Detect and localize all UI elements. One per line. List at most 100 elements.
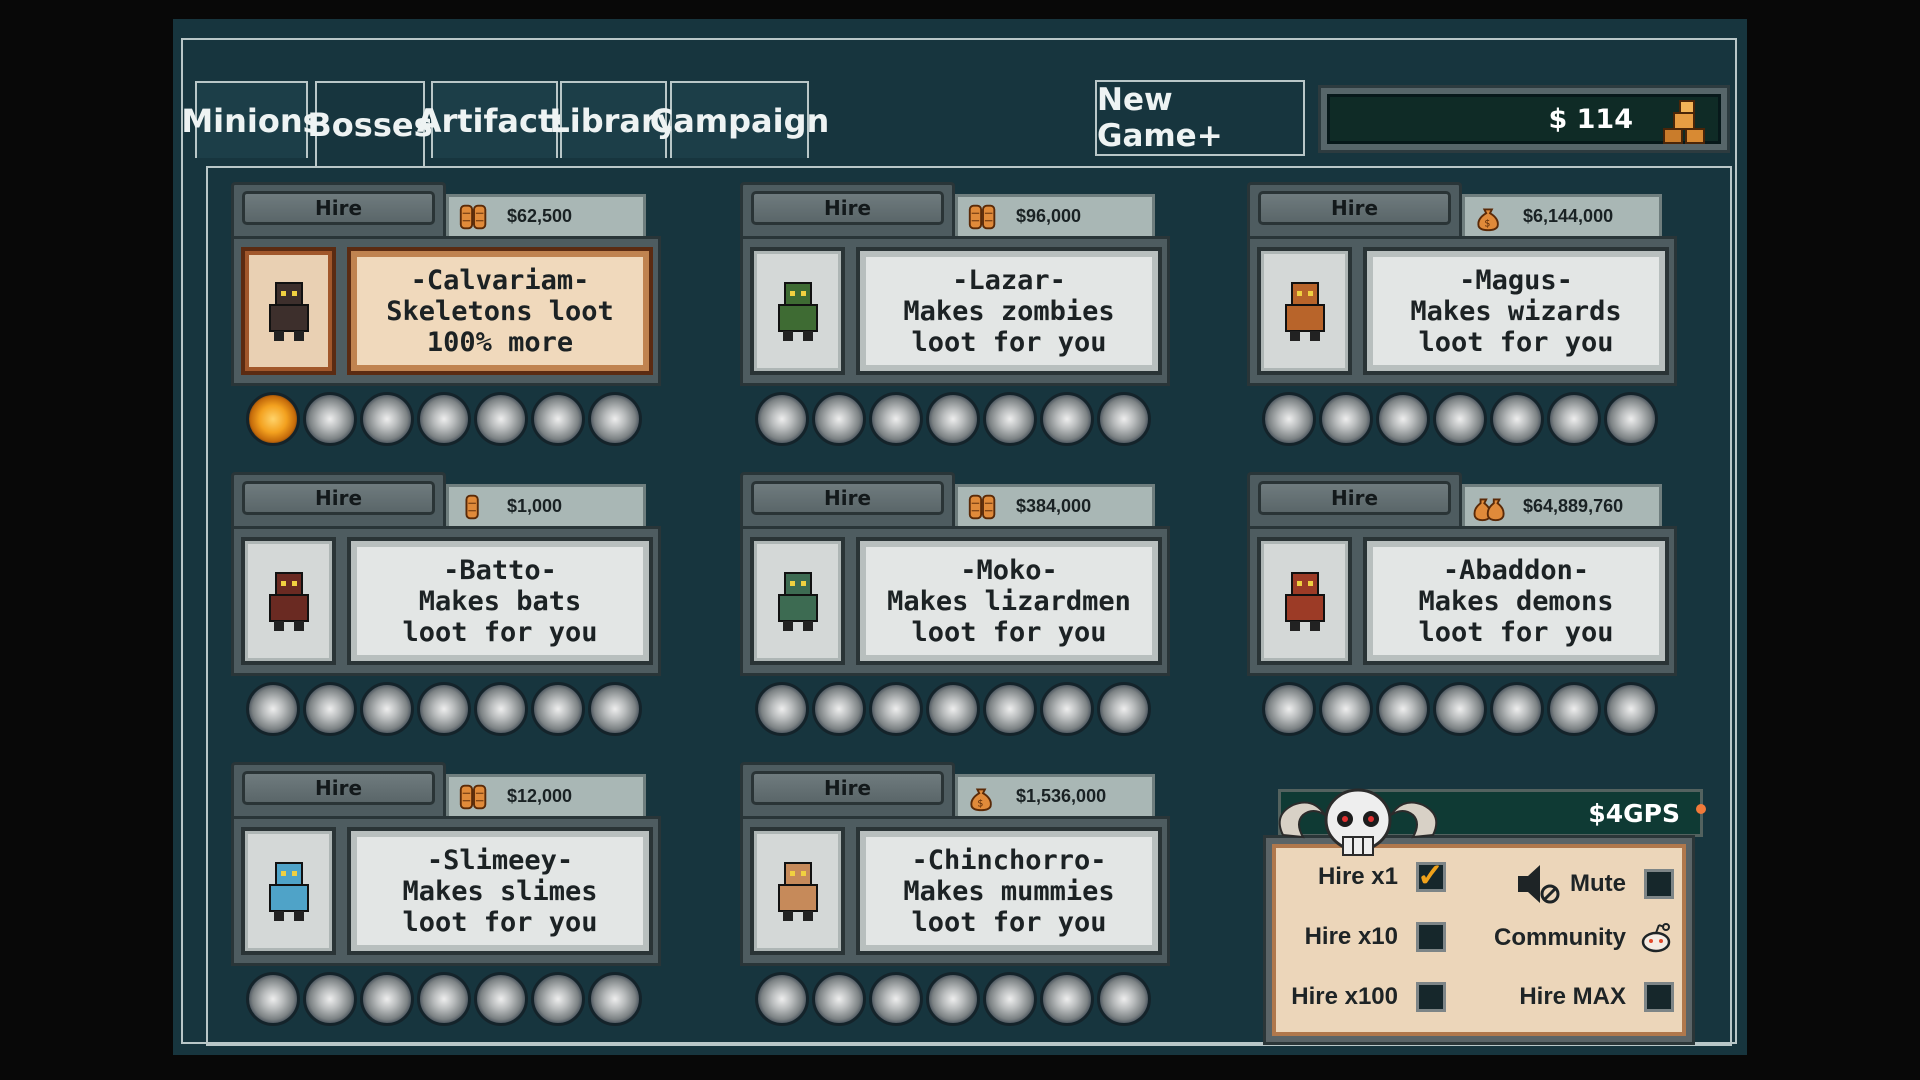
price-tag: $ $6,144,000	[1462, 194, 1662, 236]
skeleton-boss-icon	[268, 282, 309, 341]
price-tag: $384,000	[955, 484, 1155, 526]
money-bags-icon	[1473, 498, 1505, 521]
hire-x1-checkbox[interactable]: ✓	[1416, 857, 1446, 893]
price-tag: $62,500	[446, 194, 646, 236]
lizardman-boss-icon	[777, 572, 818, 631]
boss-effect-line: loot for you	[402, 906, 598, 938]
boss-price: $64,889,760	[1523, 496, 1624, 516]
boss-description: -Batto- Makes bats loot for you	[347, 537, 653, 665]
boss-card: Hire $12,000 -Slimeey- Makes slimes loot…	[231, 762, 661, 1027]
level-orb	[360, 392, 414, 446]
boss-effect-line: loot for you	[1418, 326, 1614, 358]
boss-price: $384,000	[1016, 496, 1092, 516]
hire-button[interactable]: Hire	[1258, 191, 1451, 225]
boss-name: -Lazar-	[952, 264, 1066, 296]
level-orb	[246, 682, 300, 736]
level-orb	[588, 682, 642, 736]
boss-effect-line: Makes zombies	[903, 295, 1115, 327]
boss-card: Hire $ $1,536,000 -Chinchorro- Makes mum…	[740, 762, 1170, 1027]
boss-name: -Chinchorro-	[911, 844, 1107, 876]
level-orb	[531, 972, 585, 1026]
level-orb	[531, 392, 585, 446]
svg-text:$: $	[1484, 218, 1490, 229]
hire-button[interactable]: Hire	[751, 191, 944, 225]
boss-name: -Batto-	[443, 554, 557, 586]
tab-campaign[interactable]: Campaign	[650, 81, 829, 158]
level-orb	[926, 972, 980, 1026]
level-orb	[360, 682, 414, 736]
hire-x10-checkbox[interactable]	[1416, 922, 1446, 952]
reddit-icon	[1641, 923, 1671, 953]
tab-minions[interactable]: Minions	[181, 81, 322, 158]
boss-price: $62,500	[507, 206, 573, 226]
hire-x100-option[interactable]: Hire x100	[1286, 982, 1446, 1012]
mummy-boss-icon	[777, 862, 818, 921]
mute-checkbox[interactable]	[1644, 869, 1674, 899]
boss-description: -Lazar- Makes zombies loot for you	[856, 247, 1162, 375]
hire-button[interactable]: Hire	[1258, 481, 1451, 515]
level-orb	[246, 972, 300, 1026]
new-game-plus-button[interactable]: New Game+	[1095, 80, 1305, 156]
hire-button[interactable]: Hire	[751, 771, 944, 805]
boss-name: -Magus-	[1459, 264, 1573, 296]
level-orb	[1040, 392, 1094, 446]
boss-description: -Calvariam- Skeletons loot 100% more	[347, 247, 653, 375]
hire-max-checkbox[interactable]	[1644, 982, 1674, 1012]
level-orb	[303, 682, 357, 736]
level-orb	[417, 972, 471, 1026]
level-orb	[303, 972, 357, 1026]
level-orb	[983, 972, 1037, 1026]
level-orb	[755, 972, 809, 1026]
hire-button[interactable]: Hire	[242, 191, 435, 225]
hire-x10-option[interactable]: Hire x10	[1296, 922, 1446, 952]
mute-option[interactable]: Mute	[1476, 862, 1674, 906]
level-orb	[303, 392, 357, 446]
gps-indicator	[1696, 804, 1706, 814]
level-orb	[474, 972, 528, 1026]
level-orb	[1097, 392, 1151, 446]
boss-effect-line: Makes lizardmen	[887, 585, 1131, 617]
tab-artifacts[interactable]: Artifacts	[417, 81, 572, 158]
boss-price: $1,536,000	[1016, 786, 1107, 806]
boss-effect-line: Skeletons loot	[386, 295, 614, 327]
level-orb	[531, 682, 585, 736]
hire-x1-option[interactable]: Hire x1 ✓	[1296, 857, 1446, 893]
level-orb	[1097, 972, 1151, 1026]
boss-card: Hire $384,000 -Moko- Makes lizardmen loo…	[740, 472, 1170, 737]
gold-pile-icon	[1663, 100, 1705, 144]
level-track	[231, 972, 661, 1028]
price-tag: $12,000	[446, 774, 646, 816]
boss-portrait	[241, 827, 336, 955]
level-orb	[869, 972, 923, 1026]
level-orb	[983, 392, 1037, 446]
hire-button[interactable]: Hire	[242, 481, 435, 515]
tab-bosses[interactable]: Bosses	[307, 81, 433, 167]
boss-price: $6,144,000	[1523, 206, 1614, 226]
level-track	[1247, 392, 1677, 448]
level-orb	[1490, 682, 1544, 736]
hire-button[interactable]: Hire	[751, 481, 944, 515]
zombie-boss-icon	[777, 282, 818, 341]
main-frame: Minions Bosses Artifacts Library Campaig…	[181, 38, 1737, 1046]
hire-button[interactable]: Hire	[242, 771, 435, 805]
boss-effect-line: loot for you	[911, 326, 1107, 358]
level-orb	[869, 682, 923, 736]
level-orb	[1490, 392, 1544, 446]
hire-x100-checkbox[interactable]	[1416, 982, 1446, 1012]
level-orb	[588, 392, 642, 446]
boss-card: Hire $62,500 -Calvariam- Skeletons loot …	[231, 182, 661, 447]
level-orb	[1604, 392, 1658, 446]
level-orb	[1547, 392, 1601, 446]
boss-description: -Chinchorro- Makes mummies loot for you	[856, 827, 1162, 955]
coin-icon	[465, 494, 479, 519]
money-bag-icon: $	[1477, 208, 1499, 231]
community-link[interactable]: Community	[1456, 922, 1674, 954]
level-track	[231, 682, 661, 738]
boss-card: Hire $ $6,144,000 -Magus- Makes wizards …	[1247, 182, 1677, 447]
svg-text:$: $	[977, 798, 983, 809]
hire-max-option[interactable]: Hire MAX	[1456, 982, 1674, 1012]
boss-portrait	[241, 247, 336, 375]
boss-effect-line: Makes wizards	[1410, 295, 1622, 327]
level-orb	[983, 682, 1037, 736]
level-orb	[1040, 682, 1094, 736]
